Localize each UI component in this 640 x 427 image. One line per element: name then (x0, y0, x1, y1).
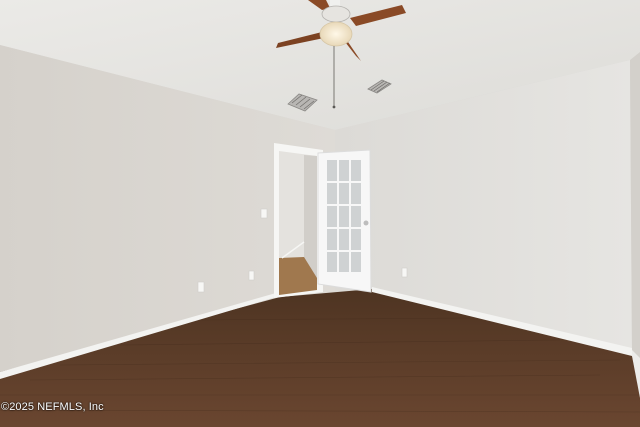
light-switch (260, 208, 268, 219)
door-glass-panes (325, 158, 363, 274)
photo-watermark: ©2025 NEFMLS, Inc (1, 401, 104, 413)
fan-light-globe (319, 21, 353, 47)
room-illustration (0, 0, 640, 427)
door-knob (363, 220, 369, 226)
room-photo: ©2025 NEFMLS, Inc (0, 0, 640, 427)
outlet-right (401, 267, 408, 278)
outlet-left (197, 281, 205, 293)
outlet-middle (248, 270, 255, 281)
doorway-hall-side (304, 155, 317, 278)
